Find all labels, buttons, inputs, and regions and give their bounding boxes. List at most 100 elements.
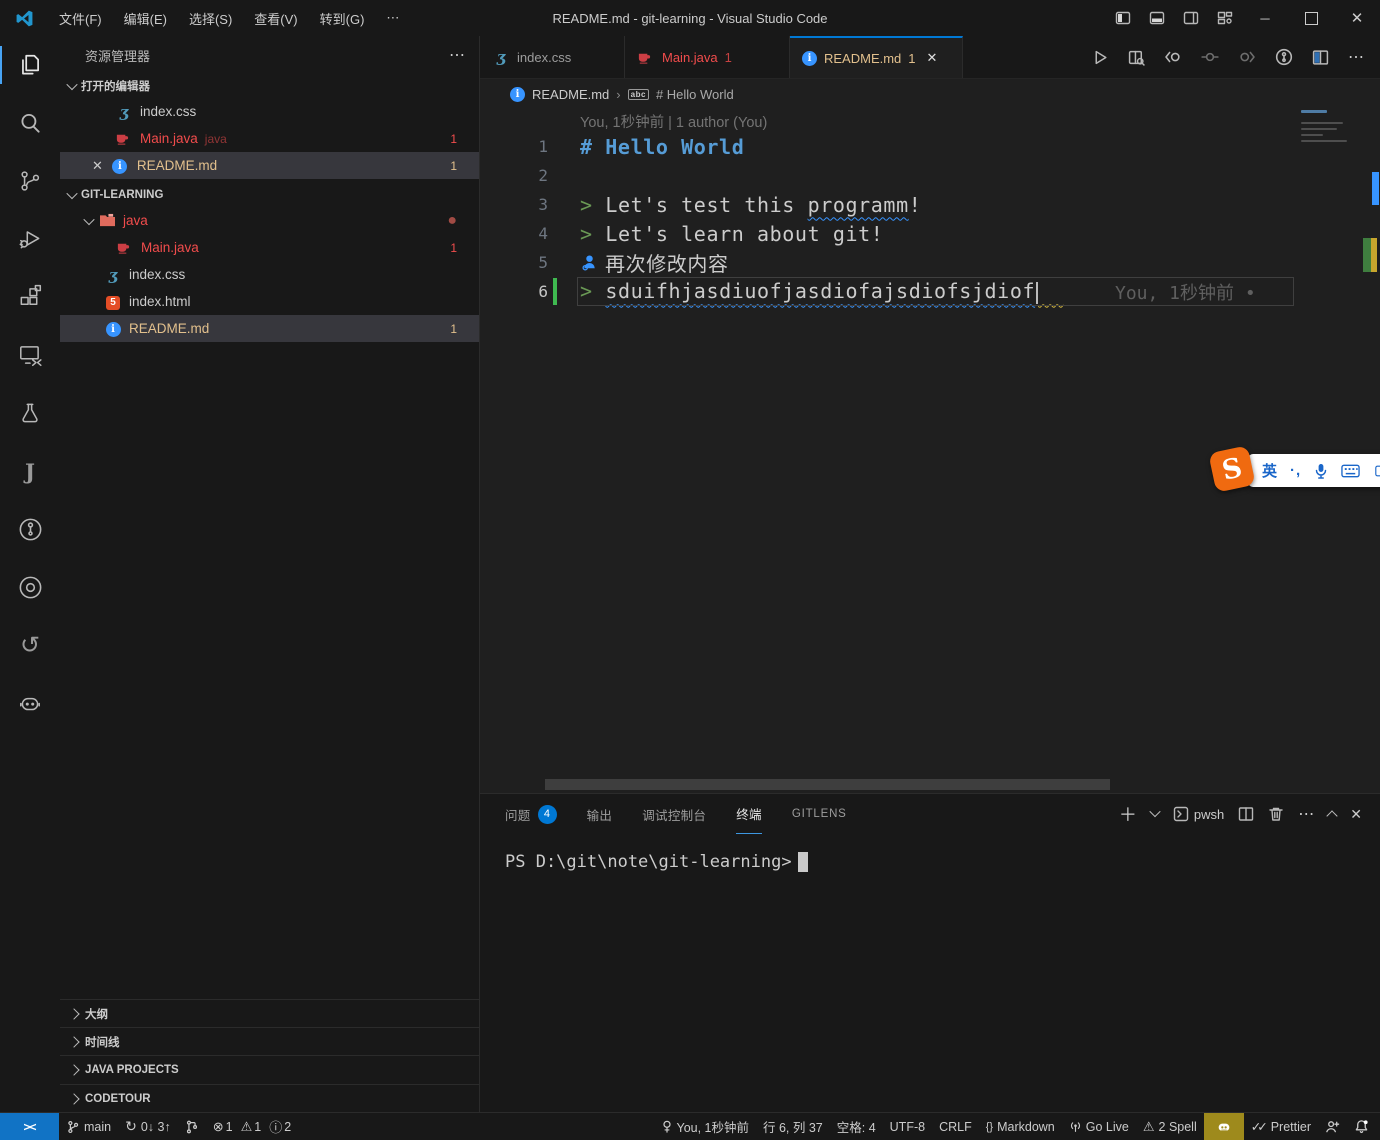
close-tab-icon[interactable]: ✕ (927, 50, 938, 66)
spell-checker-status[interactable]: ⚠ 2 Spell (1136, 1113, 1204, 1140)
tab-index-css[interactable]: ʒ index.css (480, 36, 625, 78)
ime-punctuation-icon[interactable]: ·, (1290, 462, 1301, 479)
kill-terminal-icon[interactable] (1268, 806, 1284, 822)
source-control-icon[interactable] (0, 152, 60, 210)
panel-tab-gitlens[interactable]: GITLENS (792, 795, 847, 833)
panel-tab-problems[interactable]: 问题 4 (505, 795, 557, 833)
split-editor-icon[interactable] (1312, 49, 1329, 66)
previous-change-icon[interactable] (1164, 48, 1182, 66)
run-file-icon[interactable] (1092, 49, 1109, 66)
panel-tab-debug-console[interactable]: 调试控制台 (642, 795, 706, 833)
change-icon[interactable] (1201, 48, 1219, 66)
cursor-position[interactable]: 行 6, 列 37 (756, 1113, 830, 1140)
section-codetour[interactable]: CODETOUR (60, 1084, 479, 1112)
remote-indicator[interactable]: >< (0, 1113, 59, 1140)
code-area[interactable]: You, 1秒钟前 | 1 author (You) 1 # Hello Wor… (480, 110, 1380, 306)
search-icon[interactable] (0, 94, 60, 152)
panel-tab-output[interactable]: 输出 (587, 795, 613, 833)
gitlens-blame-status[interactable]: You, 1秒钟前 (654, 1113, 757, 1140)
gitlens-graph-icon[interactable] (1275, 48, 1293, 66)
ime-microphone-icon[interactable] (1314, 463, 1328, 479)
toggle-secondary-sidebar-icon[interactable] (1174, 0, 1208, 36)
code-line-3[interactable]: 3 > Let's test this programm! (480, 190, 1380, 219)
menu-file[interactable]: 文件(F) (48, 0, 113, 36)
open-editors-header[interactable]: 打开的编辑器 (60, 74, 479, 98)
project-root-header[interactable]: GIT-LEARNING (60, 183, 479, 207)
tree-file-index-html[interactable]: 5 index.html (60, 288, 479, 315)
section-outline[interactable]: 大纲 (60, 999, 479, 1027)
open-editor-index-css[interactable]: ʒ index.css (60, 98, 479, 125)
panel-tab-terminal[interactable]: 终端 (736, 795, 762, 834)
open-editor-main-java[interactable]: Main.java java 1 (60, 125, 479, 152)
panel-more-actions-icon[interactable]: ⋯ (1298, 804, 1314, 824)
feedback-icon[interactable] (1318, 1113, 1347, 1140)
notifications-bell-icon[interactable] (1347, 1113, 1376, 1140)
section-timeline[interactable]: 时间线 (60, 1027, 479, 1055)
code-line-6-current[interactable]: 6 > sduifhjasdiuofjasdiofajsdiofsjdiof Y… (480, 277, 1380, 306)
toggle-sidebar-icon[interactable] (1106, 0, 1140, 36)
git-graph-icon[interactable] (178, 1113, 206, 1140)
gitlens-icon[interactable] (0, 500, 60, 558)
indentation[interactable]: 空格: 4 (830, 1113, 883, 1140)
minimap[interactable] (1297, 78, 1361, 378)
remote-explorer-icon[interactable] (0, 326, 60, 384)
maximize-panel-icon[interactable] (1328, 808, 1336, 820)
tab-readme-md[interactable]: i README.md 1 ✕ (790, 36, 963, 78)
encoding[interactable]: UTF-8 (883, 1113, 932, 1140)
go-live-button[interactable]: Go Live (1062, 1113, 1136, 1140)
extensions-icon[interactable] (0, 268, 60, 326)
terminal[interactable]: PS D:\git\note\git-learning> (480, 834, 1380, 872)
tree-file-index-css[interactable]: ʒ index.css (60, 261, 479, 288)
tree-file-main-java[interactable]: Main.java 1 (60, 234, 479, 261)
language-mode[interactable]: {} Markdown (979, 1113, 1062, 1140)
menu-edit[interactable]: 编辑(E) (113, 0, 178, 36)
close-editor-icon[interactable]: ✕ (92, 158, 103, 174)
explorer-icon[interactable] (0, 36, 60, 94)
split-terminal-icon[interactable] (1238, 806, 1254, 822)
menu-view[interactable]: 查看(V) (243, 0, 308, 36)
gitlens-inspect-icon[interactable] (0, 558, 60, 616)
tree-file-readme-md[interactable]: i README.md 1 (60, 315, 479, 342)
code-line-5[interactable]: 5 再次修改内容 (480, 248, 1380, 277)
open-editor-readme-md[interactable]: ✕ i README.md 1 (60, 152, 479, 179)
code-line-1[interactable]: 1 # Hello World (480, 132, 1380, 161)
java-projects-icon[interactable]: J (0, 442, 60, 500)
eol-sequence[interactable]: CRLF (932, 1113, 979, 1140)
launch-profile-icon[interactable]: pwsh (1173, 806, 1224, 822)
menu-goto[interactable]: 转到(G) (309, 0, 376, 36)
breadcrumb-symbol[interactable]: # Hello World (656, 87, 734, 102)
terminal-profile-dropdown-icon[interactable] (1151, 812, 1159, 817)
sync-indicator[interactable]: ↻ 0↓ 3↑ (118, 1113, 178, 1140)
maximize-button[interactable] (1288, 0, 1334, 36)
code-line-4[interactable]: 4 > Let's learn about git! (480, 219, 1380, 248)
customize-layout-icon[interactable] (1208, 0, 1242, 36)
tree-folder-java[interactable]: java ● (60, 207, 479, 234)
close-panel-icon[interactable]: ✕ (1350, 806, 1362, 823)
problems-indicator[interactable]: ⊗1 ⚠1 ⓘ2 (206, 1113, 298, 1140)
ai-assistant-icon[interactable] (0, 674, 60, 732)
code-line-2[interactable]: 2 (480, 161, 1380, 190)
minimize-button[interactable]: ─ (1242, 0, 1288, 36)
menu-more-icon[interactable]: ⋯ (375, 0, 410, 36)
branch-indicator[interactable]: main (59, 1113, 118, 1140)
menu-selection[interactable]: 选择(S) (178, 0, 243, 36)
new-terminal-icon[interactable]: ＋ (1119, 801, 1137, 827)
ime-more-icon[interactable] (1375, 464, 1380, 478)
toggle-panel-icon[interactable] (1140, 0, 1174, 36)
codetour-icon[interactable]: ↺ (0, 616, 60, 674)
next-change-icon[interactable] (1238, 48, 1256, 66)
sidebar-more-icon[interactable]: ⋯ (449, 45, 465, 65)
ime-keyboard-icon[interactable] (1341, 464, 1360, 478)
editor-more-actions-icon[interactable]: ⋯ (1348, 47, 1364, 67)
run-debug-icon[interactable] (0, 210, 60, 268)
tab-main-java[interactable]: Main.java 1 (625, 36, 790, 78)
prettier-status[interactable]: ✓✓ Prettier (1244, 1113, 1318, 1140)
breadcrumb-file[interactable]: README.md (532, 87, 609, 102)
ime-language-mode[interactable]: 英 (1262, 460, 1277, 481)
open-preview-icon[interactable] (1128, 49, 1145, 66)
close-window-button[interactable]: ✕ (1334, 0, 1380, 36)
test-beaker-icon[interactable] (0, 384, 60, 442)
horizontal-scrollbar[interactable] (545, 779, 1110, 790)
section-java-projects[interactable]: JAVA PROJECTS (60, 1055, 479, 1084)
ai-robot-status-icon[interactable] (1204, 1113, 1244, 1140)
